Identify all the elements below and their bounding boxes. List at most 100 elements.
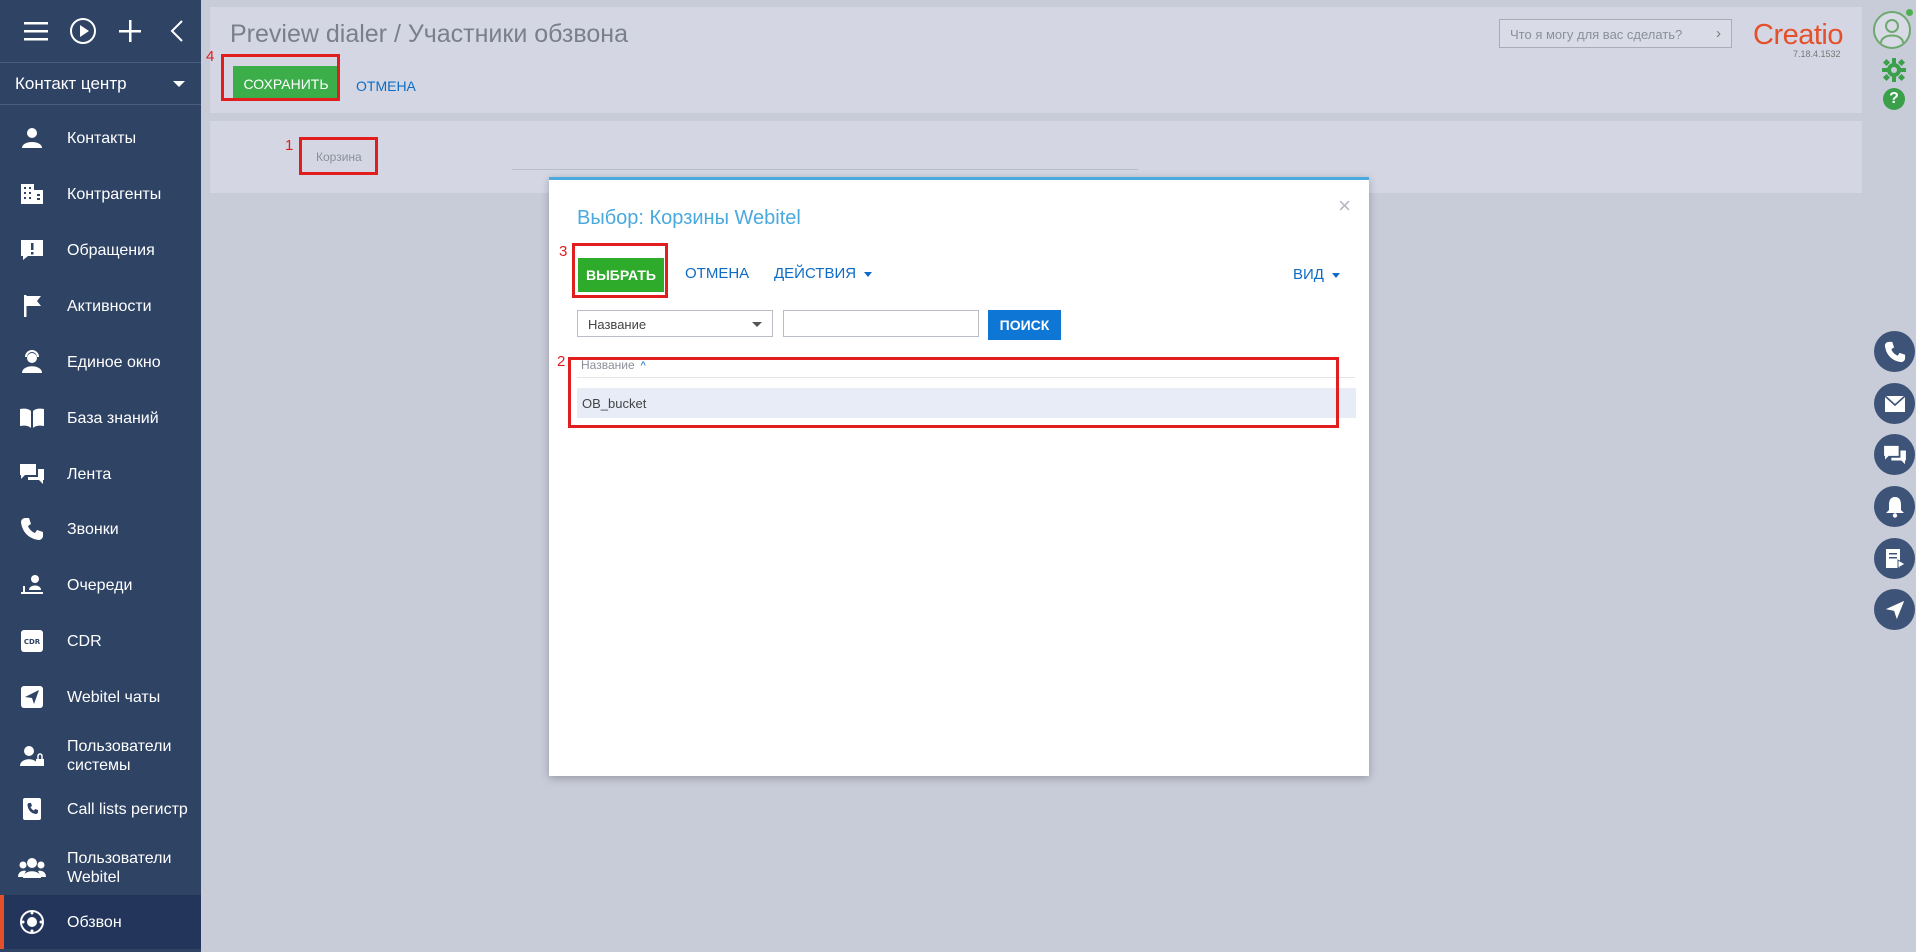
notifications-button[interactable] <box>1874 486 1915 527</box>
bucket-field-input[interactable] <box>512 169 1138 170</box>
annotation-box-1 <box>299 137 378 175</box>
dialer-icon <box>18 908 46 936</box>
sidebar-item-label: Очереди <box>67 576 133 594</box>
menu-icon[interactable] <box>12 11 59 51</box>
exclamation-icon <box>18 236 46 264</box>
sidebar-item-dialer[interactable]: Обзвон <box>0 895 201 949</box>
sidebar-item-label: Контрагенты <box>67 185 162 203</box>
annotation-box-2 <box>568 357 1339 428</box>
building-icon <box>18 180 46 208</box>
sidebar-item-label: CDR <box>67 632 102 650</box>
sidebar-item-contacts[interactable]: Контакты <box>0 124 201 152</box>
chevron-down-icon <box>173 80 185 87</box>
phone-book-icon <box>18 795 46 823</box>
document-play-icon <box>1885 548 1905 569</box>
process-log-button[interactable] <box>1874 538 1915 579</box>
right-toolbar: ? <box>1862 0 1916 952</box>
workspace-selector[interactable]: Контакт центр <box>0 63 201 105</box>
chat-icon <box>18 460 46 488</box>
search-input[interactable] <box>783 310 979 337</box>
cancel-button[interactable]: ОТМЕНА <box>356 78 416 94</box>
sidebar-item-call-lists-register[interactable]: Call lists регистр <box>0 795 201 823</box>
app-version: 7.18.4.1532 <box>1793 49 1841 59</box>
filter-column-value: Название <box>588 317 647 332</box>
sidebar-item-label: Единое окно <box>67 353 161 371</box>
sidebar-item-feed[interactable]: Лента <box>0 460 201 488</box>
sidebar-item-queues[interactable]: Очереди <box>0 571 201 599</box>
send-panel-button[interactable] <box>1874 589 1915 630</box>
sidebar-item-cases[interactable]: Обращения <box>0 236 201 264</box>
sidebar-item-label: Webitel чаты <box>67 688 161 706</box>
page-title: Preview dialer / Участники обзвона <box>230 20 628 48</box>
user-lock-icon <box>18 742 46 770</box>
send-icon <box>1885 600 1904 619</box>
annotation-box-3 <box>572 243 668 298</box>
envelope-icon <box>1883 394 1906 412</box>
page-header: Preview dialer / Участники обзвона СОХРА… <box>210 7 1862 113</box>
sidebar-item-accounts[interactable]: Контрагенты <box>0 180 201 208</box>
sidebar-item-label: Лента <box>67 465 112 483</box>
collapse-chevron-icon[interactable] <box>154 11 201 51</box>
sidebar-item-label: Пользователи Webitel <box>67 850 172 886</box>
user-profile-icon <box>1880 19 1904 44</box>
view-dropdown[interactable]: ВИД <box>1293 266 1340 283</box>
chevron-right-icon[interactable]: › <box>1716 25 1721 42</box>
sidebar-item-knowledge-base[interactable]: База знаний <box>0 404 201 432</box>
command-line-input[interactable]: Что я могу для вас сделать? › <box>1499 19 1732 48</box>
workspace-label: Контакт центр <box>15 73 127 93</box>
sidebar-item-webitel-users[interactable]: Пользователи Webitel <box>0 848 201 888</box>
annotation-number-3: 3 <box>559 243 568 260</box>
command-line-placeholder: Что я могу для вас сделать? <box>1510 27 1683 42</box>
email-panel-button[interactable] <box>1874 383 1915 424</box>
annotation-number-4: 4 <box>206 48 215 65</box>
user-avatar[interactable] <box>1873 11 1911 49</box>
gear-icon[interactable] <box>1882 58 1906 87</box>
book-icon <box>18 404 46 432</box>
sidebar-item-activities[interactable]: Активности <box>0 292 201 320</box>
creatio-logo: Creatio <box>1753 19 1844 51</box>
sidebar-item-webitel-chats[interactable]: Webitel чаты <box>0 683 201 711</box>
chevron-down-icon <box>864 271 873 277</box>
chat-panel-button[interactable] <box>1874 434 1915 475</box>
chevron-down-icon <box>1331 272 1340 278</box>
annotation-number-2: 2 <box>557 353 566 370</box>
chevron-down-icon <box>752 322 762 327</box>
sidebar-item-label: Активности <box>67 297 152 315</box>
sidebar-item-label: Контакты <box>67 129 137 147</box>
sidebar-item-label: Звонки <box>67 520 119 538</box>
phone-icon <box>1884 341 1905 362</box>
bell-icon <box>1885 496 1904 518</box>
sidebar-item-cdr[interactable]: CDR CDR <box>0 627 201 655</box>
dialog-cancel-button[interactable]: ОТМЕНА <box>685 265 749 282</box>
sidebar-item-label: База знаний <box>67 409 159 427</box>
dialog-title: Выбор: Корзины Webitel <box>577 207 801 229</box>
queue-icon <box>18 571 46 599</box>
users-icon <box>18 854 46 882</box>
annotation-number-1: 1 <box>285 137 294 154</box>
close-icon[interactable]: × <box>1338 193 1351 219</box>
sidebar-topbar <box>0 0 201 63</box>
search-button[interactable]: ПОИСК <box>988 310 1061 340</box>
sidebar-item-system-users[interactable]: Пользователи системы <box>0 736 201 776</box>
help-icon[interactable]: ? <box>1883 88 1905 110</box>
play-icon[interactable] <box>59 11 106 51</box>
phone-icon <box>18 515 46 543</box>
plus-icon[interactable] <box>107 11 154 51</box>
sidebar: Контакт центр Контакты Контрагенты Обращ… <box>0 0 201 952</box>
annotation-box-4 <box>221 54 340 101</box>
send-icon <box>18 683 46 711</box>
sidebar-item-label: Call lists регистр <box>67 800 188 818</box>
sidebar-item-label: Пользователи системы <box>67 738 172 774</box>
call-panel-button[interactable] <box>1874 331 1915 372</box>
person-headset-icon <box>18 348 46 376</box>
actions-dropdown[interactable]: ДЕЙСТВИЯ <box>774 265 873 282</box>
online-status-dot <box>1906 9 1913 16</box>
person-icon <box>18 124 46 152</box>
filter-column-select[interactable]: Название <box>577 310 773 337</box>
actions-label: ДЕЙСТВИЯ <box>774 265 857 282</box>
sidebar-item-calls[interactable]: Звонки <box>0 515 201 543</box>
sidebar-item-label: Обращения <box>67 241 155 259</box>
chat-icon <box>1883 445 1906 464</box>
sidebar-item-label: Обзвон <box>67 913 122 931</box>
sidebar-item-single-window[interactable]: Единое окно <box>0 348 201 376</box>
